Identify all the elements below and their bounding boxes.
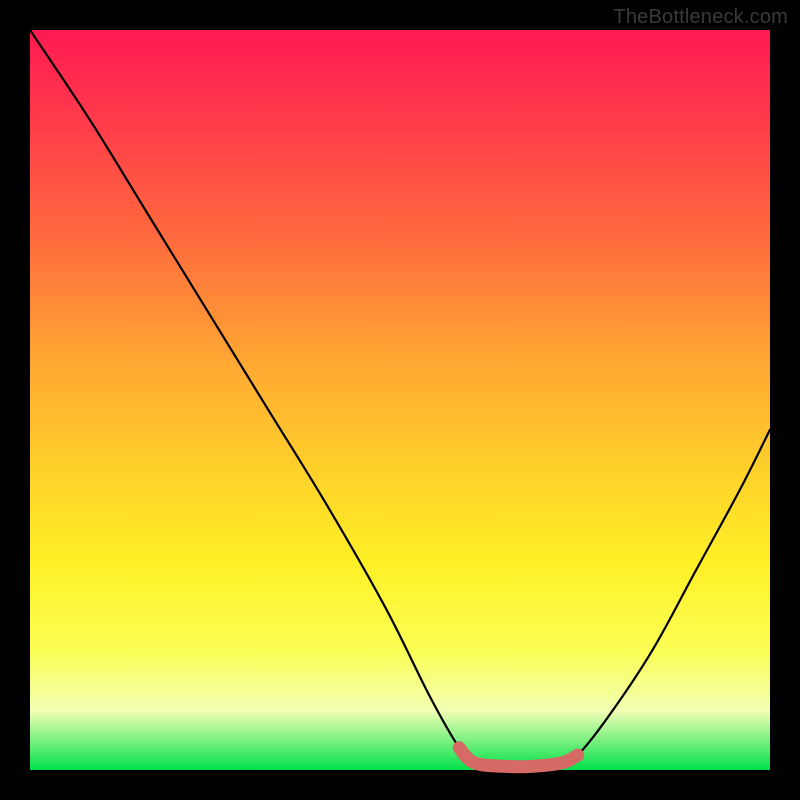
bottleneck-curve-path — [30, 30, 770, 767]
watermark-text: TheBottleneck.com — [613, 6, 788, 29]
chart-stage: TheBottleneck.com — [0, 0, 800, 800]
plot-area — [30, 30, 770, 770]
curve-svg — [30, 30, 770, 770]
optimal-range-highlight — [459, 748, 577, 767]
